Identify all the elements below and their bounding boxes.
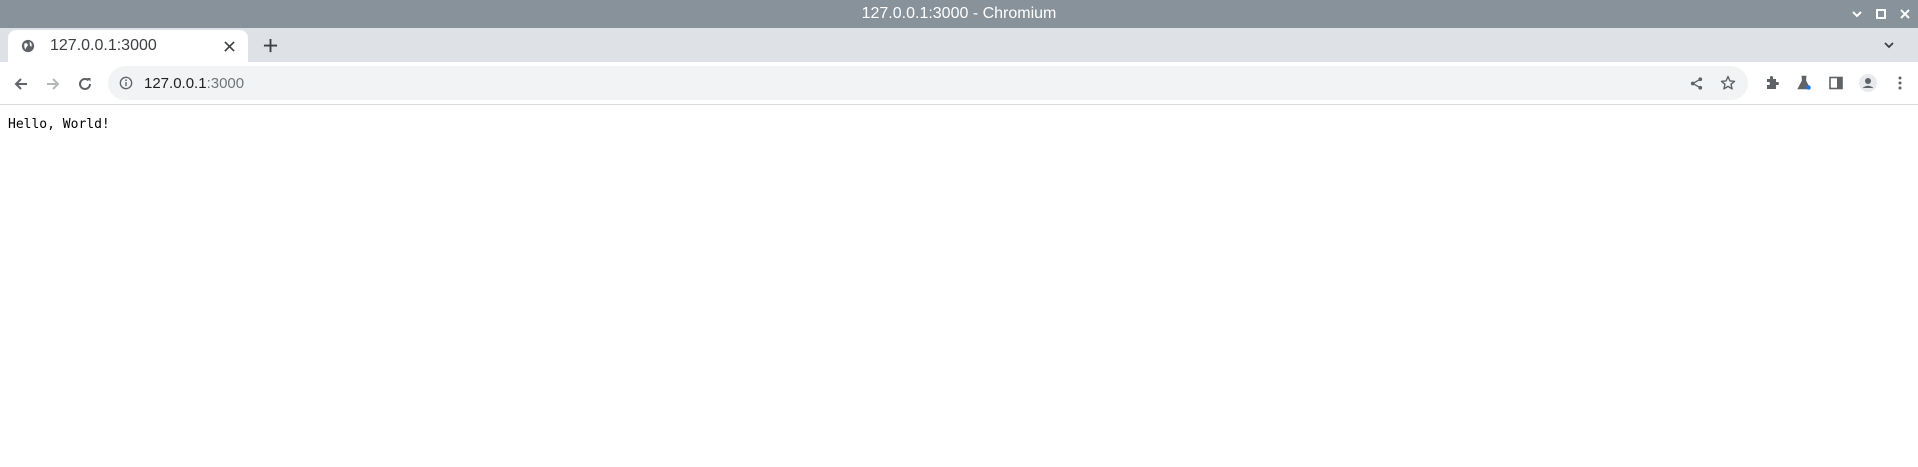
- close-tab-icon[interactable]: [220, 37, 238, 55]
- menu-icon[interactable]: [1890, 72, 1910, 94]
- profile-icon[interactable]: [1858, 72, 1878, 94]
- star-icon[interactable]: [1718, 73, 1738, 93]
- omnibox-actions: [1686, 73, 1738, 93]
- url-text: 127.0.0.1:3000: [144, 75, 244, 92]
- address-bar[interactable]: 127.0.0.1:3000: [108, 66, 1748, 100]
- side-panel-icon[interactable]: [1826, 72, 1846, 94]
- page-content: Hello, World!: [0, 106, 1918, 467]
- globe-icon: [20, 38, 36, 54]
- window-titlebar: 127.0.0.1:3000 - Chromium: [0, 0, 1918, 28]
- browser-toolbar: 127.0.0.1:3000: [0, 62, 1918, 105]
- window-title: 127.0.0.1:3000 - Chromium: [861, 5, 1057, 22]
- extensions-icon[interactable]: [1762, 72, 1782, 94]
- maximize-icon[interactable]: [1872, 5, 1890, 23]
- minimize-icon[interactable]: [1848, 5, 1866, 23]
- arrow-right-icon[interactable]: [41, 72, 65, 96]
- close-icon[interactable]: [1896, 5, 1914, 23]
- url-port: :3000: [206, 74, 245, 92]
- tab-title: 127.0.0.1:3000: [50, 37, 157, 54]
- window-controls: [1848, 0, 1914, 28]
- tab-active[interactable]: 127.0.0.1:3000: [8, 30, 248, 62]
- info-icon[interactable]: [118, 75, 134, 91]
- arrow-left-icon[interactable]: [9, 72, 33, 96]
- url-host: 127.0.0.1: [144, 74, 207, 92]
- labs-icon[interactable]: [1794, 72, 1814, 94]
- share-icon[interactable]: [1686, 73, 1706, 93]
- chevron-down-icon[interactable]: [1880, 36, 1898, 54]
- new-tab-icon[interactable]: [260, 35, 280, 55]
- reload-icon[interactable]: [73, 72, 97, 96]
- toolbar-actions: [1762, 72, 1910, 94]
- body-text: Hello, World!: [8, 117, 110, 132]
- tab-strip: 127.0.0.1:3000: [0, 28, 1918, 62]
